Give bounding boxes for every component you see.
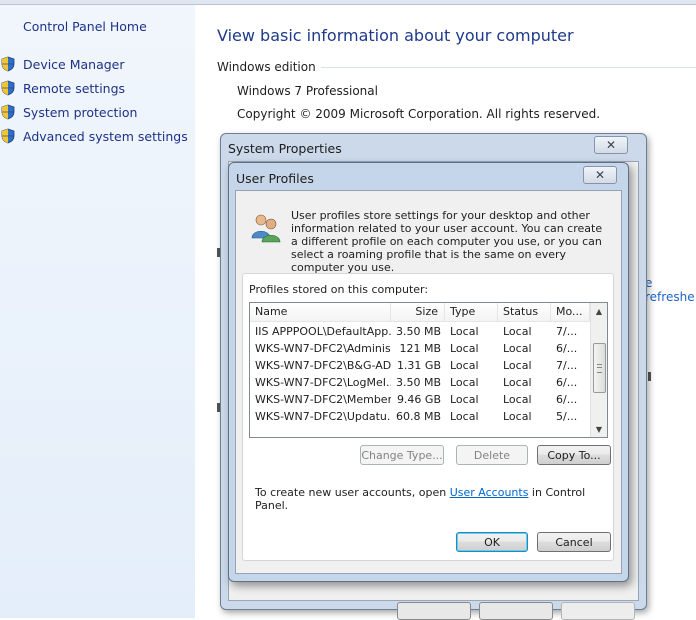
scroll-down-icon[interactable]: ▼ <box>591 421 607 437</box>
table-row[interactable]: WKS-WN7-DFC2\LogMeI... 3.50 MB Local Loc… <box>250 374 590 391</box>
user-profiles-body: User profiles store settings for your de… <box>235 190 622 574</box>
cell-status: Local <box>503 393 532 406</box>
cell-status: Local <box>503 342 532 355</box>
list-header: Name Size Type Status Mo... <box>250 303 590 322</box>
left-navigation-pane: Control Panel Home Device Manager Remote… <box>0 5 195 618</box>
table-row[interactable]: WKS-WN7-DFC2\Member 9.46 GB Local Local … <box>250 391 590 408</box>
delete-button[interactable]: Delete <box>456 445 528 465</box>
shield-icon <box>1 128 15 144</box>
cell-status: Local <box>503 359 532 372</box>
user-accounts-link[interactable]: User Accounts <box>450 486 529 499</box>
windows-edition-heading: Windows edition <box>217 60 696 74</box>
cell-modified: 7/... <box>556 325 578 338</box>
column-header-type[interactable]: Type <box>445 303 498 321</box>
sidebar-item-label: Device Manager <box>23 56 125 72</box>
profiles-description: User profiles store settings for your de… <box>291 209 603 274</box>
close-button[interactable]: ✕ <box>594 136 628 154</box>
profiles-groupbox: Profiles stored on this computer: Name S… <box>242 273 614 561</box>
page-title: View basic information about your comput… <box>217 26 574 45</box>
cell-name: WKS-WN7-DFC2\B&G-AD... <box>255 359 391 372</box>
cell-modified: 7/... <box>556 359 578 372</box>
sidebar-item-system-protection[interactable]: System protection <box>0 103 137 121</box>
windows-edition-value: Windows 7 Professional <box>237 84 378 98</box>
control-panel-home-link[interactable]: Control Panel Home <box>23 19 147 34</box>
profiles-list[interactable]: Name Size Type Status Mo... IIS APPPOOL\… <box>249 302 608 438</box>
cell-modified: 6/... <box>556 342 578 355</box>
cell-type: Local <box>450 393 479 406</box>
shield-icon <box>1 104 15 120</box>
cell-size: 1.31 GB <box>396 359 441 372</box>
column-header-status[interactable]: Status <box>498 303 551 321</box>
cell-status: Local <box>503 410 532 423</box>
shield-icon <box>1 80 15 96</box>
cell-size: 9.46 GB <box>396 393 441 406</box>
close-icon: ✕ <box>594 168 606 182</box>
sidebar-item-label: Remote settings <box>23 80 126 96</box>
close-button[interactable]: ✕ <box>583 166 617 184</box>
cell-modified: 5/... <box>556 410 578 423</box>
cell-name: WKS-WN7-DFC2\LogMeI... <box>255 376 391 389</box>
cell-modified: 6/... <box>556 376 578 389</box>
user-profiles-dialog: User Profiles ✕ User profiles store sett… <box>228 162 629 582</box>
change-type-button[interactable]: Change Type... <box>360 445 444 465</box>
dialog-title: User Profiles <box>236 171 314 186</box>
cell-size: 3.50 MB <box>395 325 441 338</box>
shield-icon <box>1 56 15 72</box>
cell-status: Local <box>503 325 532 338</box>
table-row[interactable]: IIS APPPOOL\DefaultApp... 3.50 MB Local … <box>250 323 590 340</box>
section-divider <box>320 66 696 68</box>
column-header-size[interactable]: Size <box>391 303 445 321</box>
table-row[interactable]: WKS-WN7-DFC2\Updatu... 60.8 MB Local Loc… <box>250 408 590 425</box>
cell-type: Local <box>450 342 479 355</box>
ok-button[interactable]: OK <box>456 532 528 552</box>
cell-modified: 6/... <box>556 393 578 406</box>
grip-icon <box>597 364 602 373</box>
apply-button[interactable] <box>561 602 635 620</box>
cancel-button[interactable]: Cancel <box>537 532 611 552</box>
create-text-before: To create new user accounts, open <box>255 486 450 499</box>
table-row[interactable]: WKS-WN7-DFC2\Adminis... 121 MB Local Loc… <box>250 340 590 357</box>
scroll-thumb[interactable] <box>593 343 606 393</box>
sidebar-item-remote-settings[interactable]: Remote settings <box>0 79 125 97</box>
vertical-scrollbar[interactable]: ▲ ▼ <box>590 303 607 437</box>
cell-name: WKS-WN7-DFC2\Updatu... <box>255 410 391 423</box>
copyright-text: Copyright © 2009 Microsoft Corporation. … <box>237 107 601 121</box>
close-icon: ✕ <box>605 138 617 152</box>
cell-status: Local <box>503 376 532 389</box>
cell-type: Local <box>450 376 479 389</box>
cell-size: 121 MB <box>399 342 441 355</box>
section-heading-label: Windows edition <box>217 60 316 74</box>
refresh-link-partial[interactable]: e refreshe <box>645 276 696 304</box>
ok-button[interactable] <box>397 602 471 620</box>
create-accounts-text: To create new user accounts, open User A… <box>255 486 613 512</box>
cell-size: 60.8 MB <box>395 410 441 423</box>
sidebar-item-label: System protection <box>23 104 138 120</box>
cancel-button[interactable] <box>479 602 553 620</box>
profiles-group-label: Profiles stored on this computer: <box>249 283 429 296</box>
users-icon <box>251 214 281 243</box>
cell-name: WKS-WN7-DFC2\Adminis... <box>255 342 391 355</box>
background-text-fragment <box>648 372 651 381</box>
copy-to-button[interactable]: Copy To... <box>537 445 611 465</box>
cell-type: Local <box>450 325 479 338</box>
cell-type: Local <box>450 410 479 423</box>
column-header-modified[interactable]: Mo... <box>551 303 590 321</box>
cell-type: Local <box>450 359 479 372</box>
cell-size: 3.50 MB <box>395 376 441 389</box>
dialog-title: System Properties <box>228 141 342 156</box>
table-row[interactable]: WKS-WN7-DFC2\B&G-AD... 1.31 GB Local Loc… <box>250 357 590 374</box>
sidebar-item-device-manager[interactable]: Device Manager <box>0 55 125 73</box>
scroll-up-icon[interactable]: ▲ <box>591 303 607 319</box>
column-header-name[interactable]: Name <box>250 303 391 321</box>
sidebar-item-label: Advanced system settings <box>23 128 188 144</box>
cell-name: WKS-WN7-DFC2\Member <box>255 393 391 406</box>
sidebar-item-advanced-system-settings[interactable]: Advanced system settings <box>0 127 188 145</box>
cell-name: IIS APPPOOL\DefaultApp... <box>255 325 391 338</box>
